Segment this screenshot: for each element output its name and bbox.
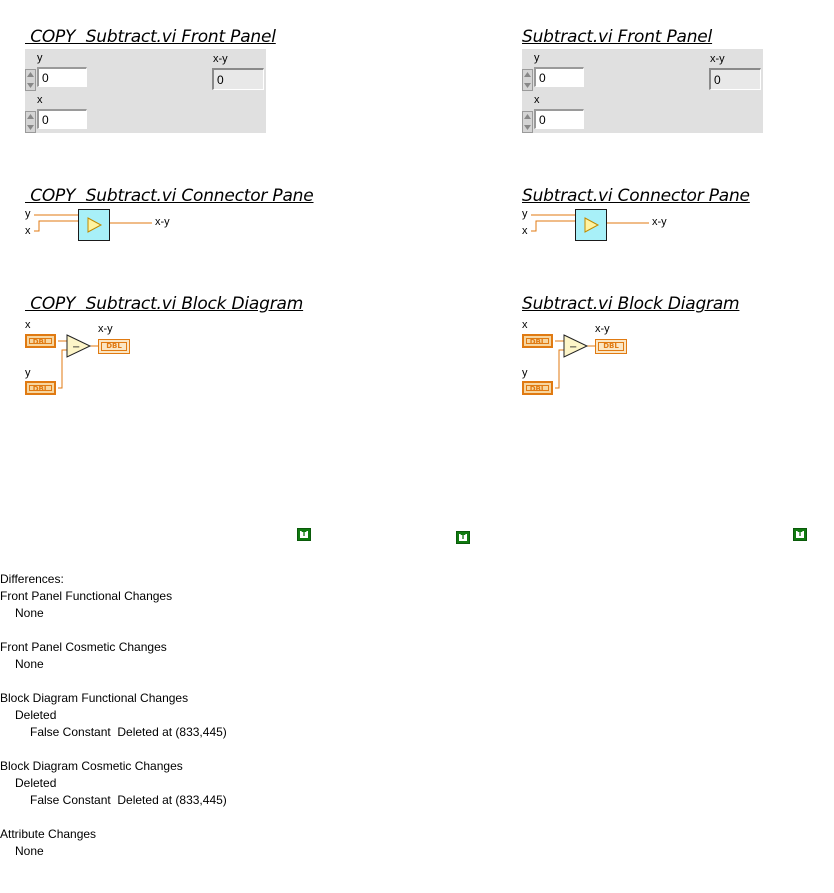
y-numeric-control[interactable]: 0 xyxy=(25,67,89,91)
attribute-changes-title: Attribute Changes xyxy=(0,827,97,841)
increment-decrement-icon[interactable] xyxy=(522,69,533,91)
fp-functional-value: None xyxy=(15,606,44,620)
terminal-type: DBL xyxy=(29,338,52,346)
x-numeric-control[interactable]: 0 xyxy=(25,109,89,133)
x-numeric-input[interactable]: 0 xyxy=(534,109,584,129)
x-control-terminal[interactable]: DBL xyxy=(25,334,56,348)
copy-block-diagram-title: COPY Subtract.vi Block Diagram xyxy=(25,294,304,314)
copy-block-diagram: − x DBL y DBL x-y DBL xyxy=(24,318,134,400)
differences-heading: Differences: xyxy=(0,572,64,586)
x-control-terminal[interactable]: DBL xyxy=(522,334,553,348)
connector-x-label: x xyxy=(522,225,528,237)
diagram-x-label: x xyxy=(522,319,528,331)
bd-cosmetic-title: Block Diagram Cosmetic Changes xyxy=(0,759,183,773)
front-panel: y 0 x 0 x-y 0 xyxy=(522,49,763,133)
block-diagram-title: Subtract.vi Block Diagram xyxy=(522,294,740,314)
true-constant-icon[interactable]: T xyxy=(456,531,470,544)
bd-cosmetic-item[interactable]: False Constant Deleted at (833,445) xyxy=(0,792,227,809)
connector-pane: y x x-y xyxy=(519,208,679,244)
x-y-indicator-label: x-y xyxy=(213,53,228,65)
y-numeric-input[interactable]: 0 xyxy=(37,67,87,87)
fp-cosmetic-title: Front Panel Cosmetic Changes xyxy=(0,640,167,654)
x-y-indicator-terminal[interactable]: DBL xyxy=(98,339,130,354)
copy-connector-pane: y x x-y xyxy=(22,208,182,244)
x-numeric-input[interactable]: 0 xyxy=(37,109,87,129)
y-control-terminal[interactable]: DBL xyxy=(522,381,553,395)
y-control-label: y xyxy=(37,52,43,64)
connector-y-label: y xyxy=(522,208,528,220)
x-numeric-control[interactable]: 0 xyxy=(522,109,586,133)
increment-decrement-icon[interactable] xyxy=(25,69,36,91)
x-y-indicator-label: x-y xyxy=(710,53,725,65)
x-y-numeric-indicator: 0 xyxy=(212,68,264,90)
connector-output-label: x-y xyxy=(155,216,170,228)
x-control-label: x xyxy=(534,94,540,106)
copy-connector-pane-title: COPY Subtract.vi Connector Pane xyxy=(25,186,314,206)
block-diagram: − x DBL y DBL x-y DBL xyxy=(521,318,631,400)
bd-functional-item[interactable]: False Constant Deleted at (833,445) xyxy=(0,724,227,741)
subtract-function-icon: − xyxy=(72,342,80,353)
connector-y-label: y xyxy=(25,208,31,220)
copy-front-panel-title: COPY Subtract.vi Front Panel xyxy=(25,27,276,47)
increment-decrement-icon[interactable] xyxy=(25,111,36,133)
true-constant-icon[interactable]: T xyxy=(793,528,807,541)
y-control-label: y xyxy=(534,52,540,64)
y-control-terminal[interactable]: DBL xyxy=(25,381,56,395)
fp-functional-title: Front Panel Functional Changes xyxy=(0,589,173,603)
terminal-type: DBL xyxy=(29,385,52,393)
differences-report: Differences: Front Panel Functional Chan… xyxy=(0,571,227,860)
connector-x-label: x xyxy=(25,225,31,237)
y-numeric-input[interactable]: 0 xyxy=(534,67,584,87)
subtract-function-icon: − xyxy=(569,342,577,353)
y-numeric-control[interactable]: 0 xyxy=(522,67,586,91)
x-control-label: x xyxy=(37,94,43,106)
attribute-changes-value: None xyxy=(15,844,44,858)
bd-functional-title: Block Diagram Functional Changes xyxy=(0,691,189,705)
terminal-type: DBL xyxy=(101,342,127,351)
terminal-type: DBL xyxy=(598,342,624,351)
bd-functional-kind: Deleted xyxy=(15,708,57,722)
diagram-output-label: x-y xyxy=(98,323,113,335)
copy-front-panel: y 0 x 0 x-y 0 xyxy=(25,49,266,133)
true-constant-icon[interactable]: T xyxy=(297,528,311,541)
connector-output-label: x-y xyxy=(652,216,667,228)
x-y-indicator-terminal[interactable]: DBL xyxy=(595,339,627,354)
diagram-y-label: y xyxy=(25,367,31,379)
connector-pane-title: Subtract.vi Connector Pane xyxy=(522,186,750,206)
x-y-numeric-indicator: 0 xyxy=(709,68,761,90)
increment-decrement-icon[interactable] xyxy=(522,111,533,133)
terminal-type: DBL xyxy=(526,338,549,346)
diagram-output-label: x-y xyxy=(595,323,610,335)
terminal-type: DBL xyxy=(526,385,549,393)
diagram-y-label: y xyxy=(522,367,528,379)
bd-cosmetic-kind: Deleted xyxy=(15,776,57,790)
diagram-x-label: x xyxy=(25,319,31,331)
fp-cosmetic-value: None xyxy=(15,657,44,671)
front-panel-title: Subtract.vi Front Panel xyxy=(522,27,713,47)
